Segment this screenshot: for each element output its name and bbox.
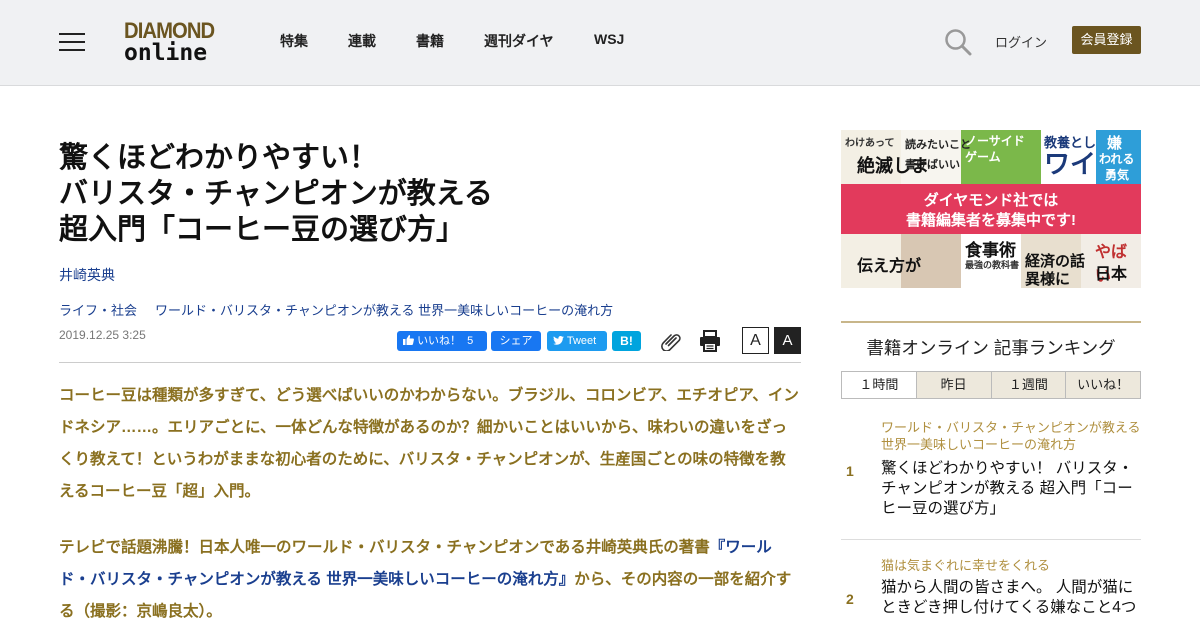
site-logo[interactable]: DIAMOND online xyxy=(124,18,226,66)
ranking-title: 書籍オンライン 記事ランキング xyxy=(866,338,1116,358)
banner-book-text: 異様に xyxy=(1025,271,1071,288)
twitter-icon xyxy=(553,336,564,345)
ranking-headline[interactable]: 猫から人間の皆さまへ。 人間が猫にときどき押し付けてくる嫌なこと4つ xyxy=(881,578,1141,618)
tab-1-week[interactable]: １週間 xyxy=(991,371,1067,399)
search-icon[interactable] xyxy=(944,28,972,56)
recruit-banner[interactable]: わけあって 絶滅しま 読みたいこと 書けばいい ノーサイド ゲーム 教養とし ワ… xyxy=(841,130,1141,288)
ranking-item[interactable]: 2 猫は気まぐれに幸せをくれる 猫から人間の皆さまへ。 人間が猫にときどき押し付… xyxy=(841,557,1141,637)
tab-likes[interactable]: いいね！ xyxy=(1066,371,1141,399)
ranking-tabs: １時間 昨日 １週間 いいね！ xyxy=(841,371,1141,399)
intro-text-before: テレビで話題沸騰！日本人唯一のワールド・バリスタ・チャンピオンである井崎英典氏の… xyxy=(59,539,710,556)
banner-book-text: 最強の教科書 xyxy=(965,260,1020,270)
nav-weekly-diamond[interactable]: 週刊ダイヤ xyxy=(484,31,554,51)
banner-line-2: 書籍編集者を募集中です! xyxy=(906,212,1076,229)
hatena-bookmark-button[interactable]: B! xyxy=(612,331,641,351)
tweet-button[interactable]: Tweet xyxy=(547,331,607,351)
like-count: 5 xyxy=(467,335,474,347)
banner-book-text: 伝え方が xyxy=(857,258,922,275)
article-lead: コーヒー豆は種類が多すぎて、どう選べばいいのかわからない。ブラジル、コロンビア、… xyxy=(59,387,799,500)
breadcrumb-category[interactable]: ライフ・社会 xyxy=(59,303,137,318)
nav-wsj[interactable]: WSJ xyxy=(594,31,624,51)
title-line-1: 驚くほどわかりやすい！ xyxy=(59,142,379,174)
author-link[interactable]: 井崎英典 xyxy=(59,265,115,285)
tweet-label: Tweet xyxy=(566,335,597,347)
ranking-panel: 書籍オンライン 記事ランキング １時間 昨日 １週間 いいね！ 1 ワールド・バ… xyxy=(841,321,1141,641)
article-divider xyxy=(59,362,801,363)
login-link[interactable]: ログイン xyxy=(995,32,1047,51)
ranking-category[interactable]: 猫は気まぐれに幸せをくれる xyxy=(881,557,1141,574)
ranking-item[interactable]: 1 ワールド・バリスタ・チャンピオンが教える 世界一美味しいコーヒーの淹れ方 驚… xyxy=(841,419,1141,529)
nav-series[interactable]: 連載 xyxy=(348,31,376,51)
publish-date: 2019.12.25 3:25 xyxy=(59,328,146,342)
banner-book-text: ワイ xyxy=(1044,149,1097,179)
ranking-divider xyxy=(841,539,1141,540)
facebook-like-icon xyxy=(403,335,414,345)
clip-icon[interactable] xyxy=(659,331,681,352)
font-size-large-button[interactable]: A xyxy=(774,327,801,354)
title-line-3: 超入門「コーヒー豆の選び方」 xyxy=(59,214,466,246)
facebook-like-button[interactable]: いいね！ 5 xyxy=(397,331,487,351)
logo-bottom-text: online xyxy=(124,40,208,66)
site-header: DIAMOND online 特集 連載 書籍 週刊ダイヤ WSJ ログイン 会… xyxy=(0,0,1200,86)
banner-book-text: われる xyxy=(1099,152,1135,166)
title-line-2: バリスタ・チャンピオンが教える xyxy=(59,178,493,210)
banner-book-text: 日本史 xyxy=(1095,266,1128,283)
banner-book-text: 書けばいい xyxy=(905,159,960,171)
breadcrumb-series[interactable]: ワールド・バリスタ・チャンピオンが教える 世界一美味しいコーヒーの淹れ方 xyxy=(155,303,613,318)
menu-icon[interactable] xyxy=(59,31,85,53)
nav-books[interactable]: 書籍 xyxy=(416,31,444,51)
facebook-share-button[interactable]: シェア xyxy=(491,331,541,351)
font-size-small-button[interactable]: A xyxy=(742,327,769,354)
tab-yesterday[interactable]: 昨日 xyxy=(916,371,992,399)
banner-book-text: 勇気 xyxy=(1105,168,1130,182)
register-button[interactable]: 会員登録 xyxy=(1072,26,1141,54)
article-intro: テレビで話題沸騰！日本人唯一のワールド・バリスタ・チャンピオンである井崎英典氏の… xyxy=(59,532,801,628)
banner-book-text: わけあって xyxy=(845,138,895,149)
article-title: 驚くほどわかりやすい！ バリスタ・チャンピオンが教える 超入門「コーヒー豆の選び… xyxy=(59,140,619,248)
banner-line-1: ダイヤモンド社では xyxy=(923,192,1059,209)
banner-book-text: 読みたいこと xyxy=(905,139,971,151)
like-label: いいね！ xyxy=(417,335,462,347)
ranking-headline[interactable]: 驚くほどわかりやすい！ バリスタ・チャンピオンが教える 超入門「コーヒー豆の選び… xyxy=(881,459,1141,519)
nav-feature[interactable]: 特集 xyxy=(280,31,308,51)
tab-1-hour[interactable]: １時間 xyxy=(841,371,917,399)
print-icon[interactable] xyxy=(699,330,721,352)
banner-book-text: ノーサイド xyxy=(965,134,1025,148)
ranking-category[interactable]: ワールド・バリスタ・チャンピオンが教える 世界一美味しいコーヒーの淹れ方 xyxy=(881,419,1141,453)
ranking-number: 2 xyxy=(846,591,854,607)
banner-book-text: ゲーム xyxy=(965,150,1001,164)
ranking-number: 1 xyxy=(846,463,854,479)
breadcrumb: ライフ・社会 ワールド・バリスタ・チャンピオンが教える 世界一美味しいコーヒーの淹… xyxy=(59,300,613,319)
